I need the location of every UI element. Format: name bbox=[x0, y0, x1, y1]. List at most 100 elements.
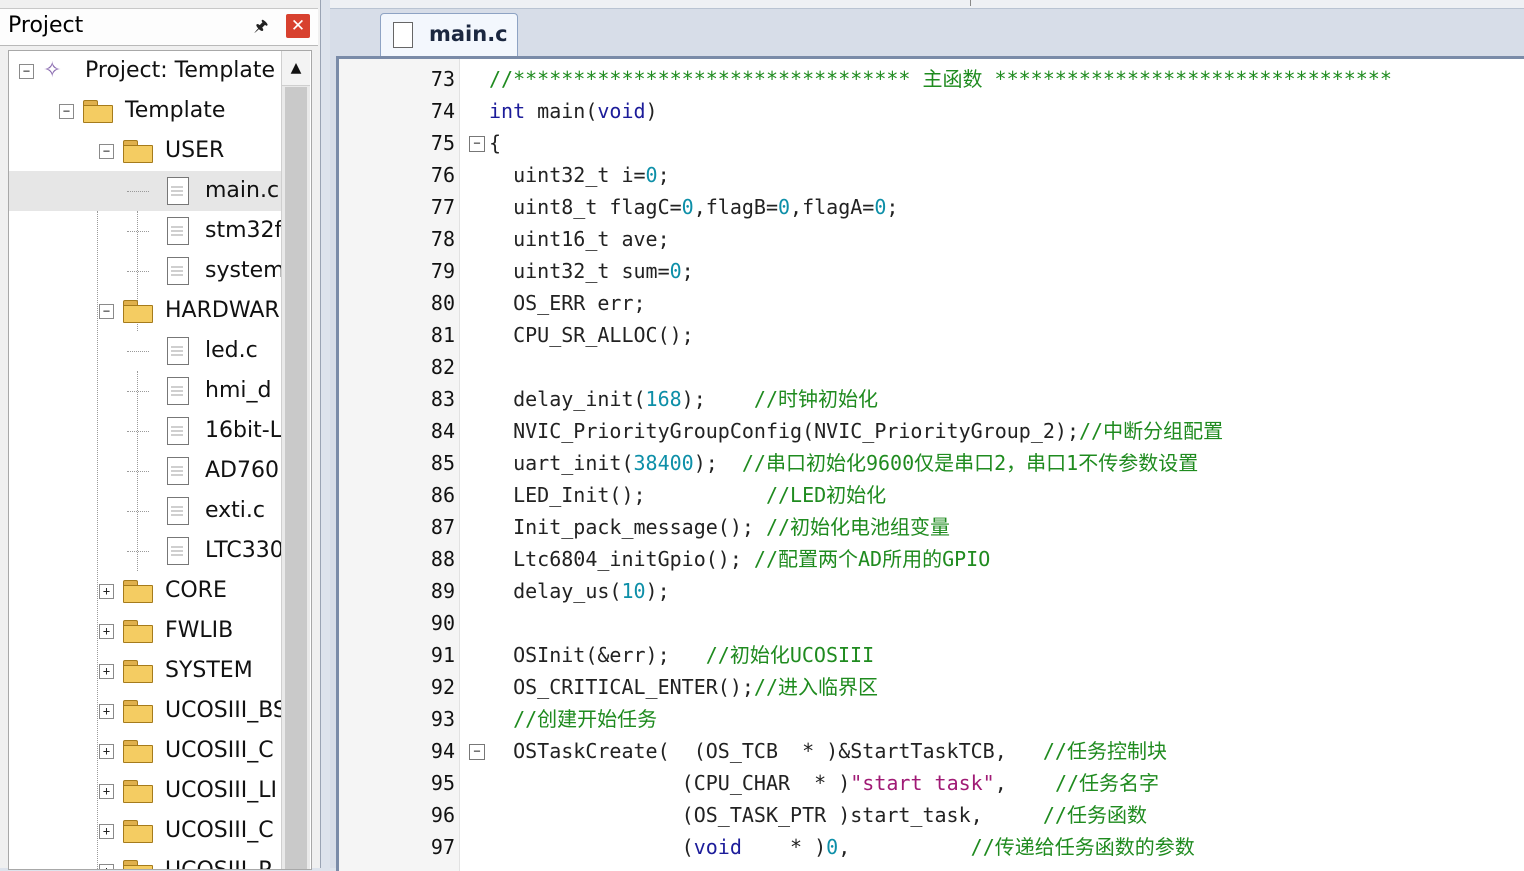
tree-item[interactable]: + SYSTEM bbox=[9, 651, 281, 691]
code-line[interactable]: (void * )0, //传递给任务函数的参数 bbox=[489, 831, 1195, 863]
tree-item[interactable]: − HARDWAR bbox=[9, 291, 281, 331]
tree-item[interactable]: − Template bbox=[9, 91, 281, 131]
code-line[interactable]: delay_init(168); //时钟初始化 bbox=[489, 383, 878, 415]
expand-icon[interactable]: + bbox=[99, 784, 114, 799]
collapse-icon[interactable]: − bbox=[19, 64, 34, 79]
scroll-up-arrow-icon[interactable]: ▲ bbox=[282, 51, 310, 86]
tree-guide-line bbox=[127, 391, 149, 392]
project-tree[interactable]: − ✧ Project: Template − Template − USER main.c s… bbox=[8, 50, 312, 870]
tree-item[interactable]: − USER bbox=[9, 131, 281, 171]
code-line[interactable]: OS_CRITICAL_ENTER();//进入临界区 bbox=[489, 671, 878, 703]
tree-item[interactable]: main.c bbox=[9, 171, 281, 211]
code-token: { bbox=[489, 131, 502, 155]
expand-icon[interactable]: + bbox=[99, 824, 114, 839]
code-token: OS_CRITICAL_ENTER(); bbox=[489, 675, 754, 699]
code-line[interactable]: CPU_SR_ALLOC(); bbox=[489, 319, 694, 351]
code-line[interactable]: (OS_TASK_PTR )start_task, //任务函数 bbox=[489, 799, 1147, 831]
editor-top-bar bbox=[330, 0, 1524, 8]
code-line[interactable]: Ltc6804_initGpio(); //配置两个AD所用的GPIO bbox=[489, 543, 990, 575]
scroll-thumb[interactable] bbox=[285, 87, 307, 869]
line-number: 76 bbox=[430, 163, 455, 187]
expand-icon[interactable]: + bbox=[99, 664, 114, 679]
code-line[interactable]: uint32_t i=0; bbox=[489, 159, 670, 191]
pin-icon[interactable]: 🖈 bbox=[250, 15, 272, 37]
code-token: OSTaskCreate( (OS_TCB * )&StartTaskTCB, bbox=[489, 739, 1043, 763]
code-line[interactable]: uint32_t sum=0; bbox=[489, 255, 694, 287]
tab-main-c[interactable]: main.c bbox=[380, 13, 518, 56]
tree-item[interactable]: + UCOSIII_C bbox=[9, 811, 281, 851]
line-number: 78 bbox=[430, 227, 455, 251]
code-line[interactable]: delay_us(10); bbox=[489, 575, 670, 607]
collapse-icon[interactable]: − bbox=[59, 104, 74, 119]
code-line[interactable]: uart_init(38400); //串口初始化9600仅是串口2，串口1不传… bbox=[489, 447, 1198, 479]
code-line[interactable]: int main(void) bbox=[489, 95, 658, 127]
tree-item[interactable]: hmi_d bbox=[9, 371, 281, 411]
line-number: 77 bbox=[430, 195, 455, 219]
code-line[interactable]: Init_pack_message(); //初始化电池组变量 bbox=[489, 511, 950, 543]
code-line[interactable]: NVIC_PriorityGroupConfig(NVIC_PriorityGr… bbox=[489, 415, 1223, 447]
code-token: //创建开始任务 bbox=[513, 707, 658, 731]
fold-toggle-icon[interactable]: − bbox=[469, 744, 485, 760]
tree-item[interactable]: + CORE bbox=[9, 571, 281, 611]
expand-icon[interactable]: + bbox=[99, 704, 114, 719]
folder-icon bbox=[123, 620, 153, 643]
expand-icon[interactable]: + bbox=[99, 584, 114, 599]
line-number: 88 bbox=[430, 547, 455, 571]
code-token: ,flagA= bbox=[790, 195, 875, 219]
tree-item-label: UCOSIII_C bbox=[165, 818, 274, 843]
tree-item[interactable]: system bbox=[9, 251, 281, 291]
tree-item[interactable]: AD760 bbox=[9, 451, 281, 491]
folder-icon bbox=[123, 700, 153, 723]
code-token: ) bbox=[645, 99, 658, 123]
line-number: 83 bbox=[430, 387, 455, 411]
expand-icon[interactable]: + bbox=[99, 744, 114, 759]
line-number: 96 bbox=[430, 803, 455, 827]
tree-item-label: stm32f bbox=[205, 218, 281, 243]
code-token: int bbox=[489, 99, 526, 123]
tree-item-label: SYSTEM bbox=[165, 658, 253, 683]
line-number: 81 bbox=[430, 323, 455, 347]
line-number: 90 bbox=[430, 611, 455, 635]
tree-item-label: UCOSIII_C bbox=[165, 738, 274, 763]
tree-item-label: UCOSIII_LI bbox=[165, 778, 277, 803]
code-line[interactable]: OS_ERR err; bbox=[489, 287, 645, 319]
code-token: ( bbox=[489, 835, 694, 859]
tree-item[interactable]: + UCOSIII_BS bbox=[9, 691, 281, 731]
line-number: 84 bbox=[430, 419, 455, 443]
close-icon[interactable]: ✕ bbox=[286, 14, 310, 38]
tree-item[interactable]: led.c bbox=[9, 331, 281, 371]
tree-item[interactable]: LTC330 bbox=[9, 531, 281, 571]
code-line[interactable]: (CPU_CHAR * )"start task", //任务名字 bbox=[489, 767, 1159, 799]
fold-toggle-icon[interactable]: − bbox=[469, 136, 485, 152]
tree-item[interactable]: stm32f bbox=[9, 211, 281, 251]
code-token: uint32_t sum= bbox=[489, 259, 670, 283]
target-folder-icon bbox=[83, 100, 113, 123]
line-number: 74 bbox=[430, 99, 455, 123]
code-line[interactable]: uint8_t flagC=0,flagB=0,flagA=0; bbox=[489, 191, 898, 223]
expand-icon[interactable]: + bbox=[99, 624, 114, 639]
tree-item[interactable]: 16bit-L bbox=[9, 411, 281, 451]
tree-item[interactable]: exti.c bbox=[9, 491, 281, 531]
tree-scrollbar[interactable]: ▲ bbox=[281, 51, 310, 869]
folder-icon bbox=[123, 580, 153, 603]
code-line[interactable]: //********************************* 主函数 … bbox=[489, 63, 1392, 95]
code-line[interactable]: //创建开始任务 bbox=[489, 703, 657, 735]
code-editor[interactable]: 73 74 75 76 77 78 79 80 81 82 83 84 85 86 87 88 89 90 91 92… bbox=[336, 56, 1524, 871]
tree-item[interactable]: + UCOSIII_P bbox=[9, 851, 281, 869]
code-line[interactable]: OSInit(&err); //初始化UCOSIII bbox=[489, 639, 874, 671]
code-token: delay_init( bbox=[489, 387, 646, 411]
tree-item[interactable]: + UCOSIII_LI bbox=[9, 771, 281, 811]
collapse-icon[interactable]: − bbox=[99, 144, 114, 159]
code-line[interactable]: OSTaskCreate( (OS_TCB * )&StartTaskTCB, … bbox=[489, 735, 1167, 767]
tree-item[interactable]: + UCOSIII_C bbox=[9, 731, 281, 771]
code-token: ,flagB= bbox=[693, 195, 778, 219]
code-line[interactable]: { bbox=[489, 127, 501, 159]
code-token: ; bbox=[886, 195, 899, 219]
collapse-icon[interactable]: − bbox=[99, 304, 114, 319]
code-line[interactable]: uint16_t ave; bbox=[489, 223, 670, 255]
code-token: 0 bbox=[778, 195, 791, 219]
tree-item[interactable]: + FWLIB bbox=[9, 611, 281, 651]
tree-item[interactable]: − ✧ Project: Template bbox=[9, 51, 281, 91]
expand-icon[interactable]: + bbox=[99, 864, 114, 869]
code-line[interactable]: LED_Init(); //LED初始化 bbox=[489, 479, 886, 511]
